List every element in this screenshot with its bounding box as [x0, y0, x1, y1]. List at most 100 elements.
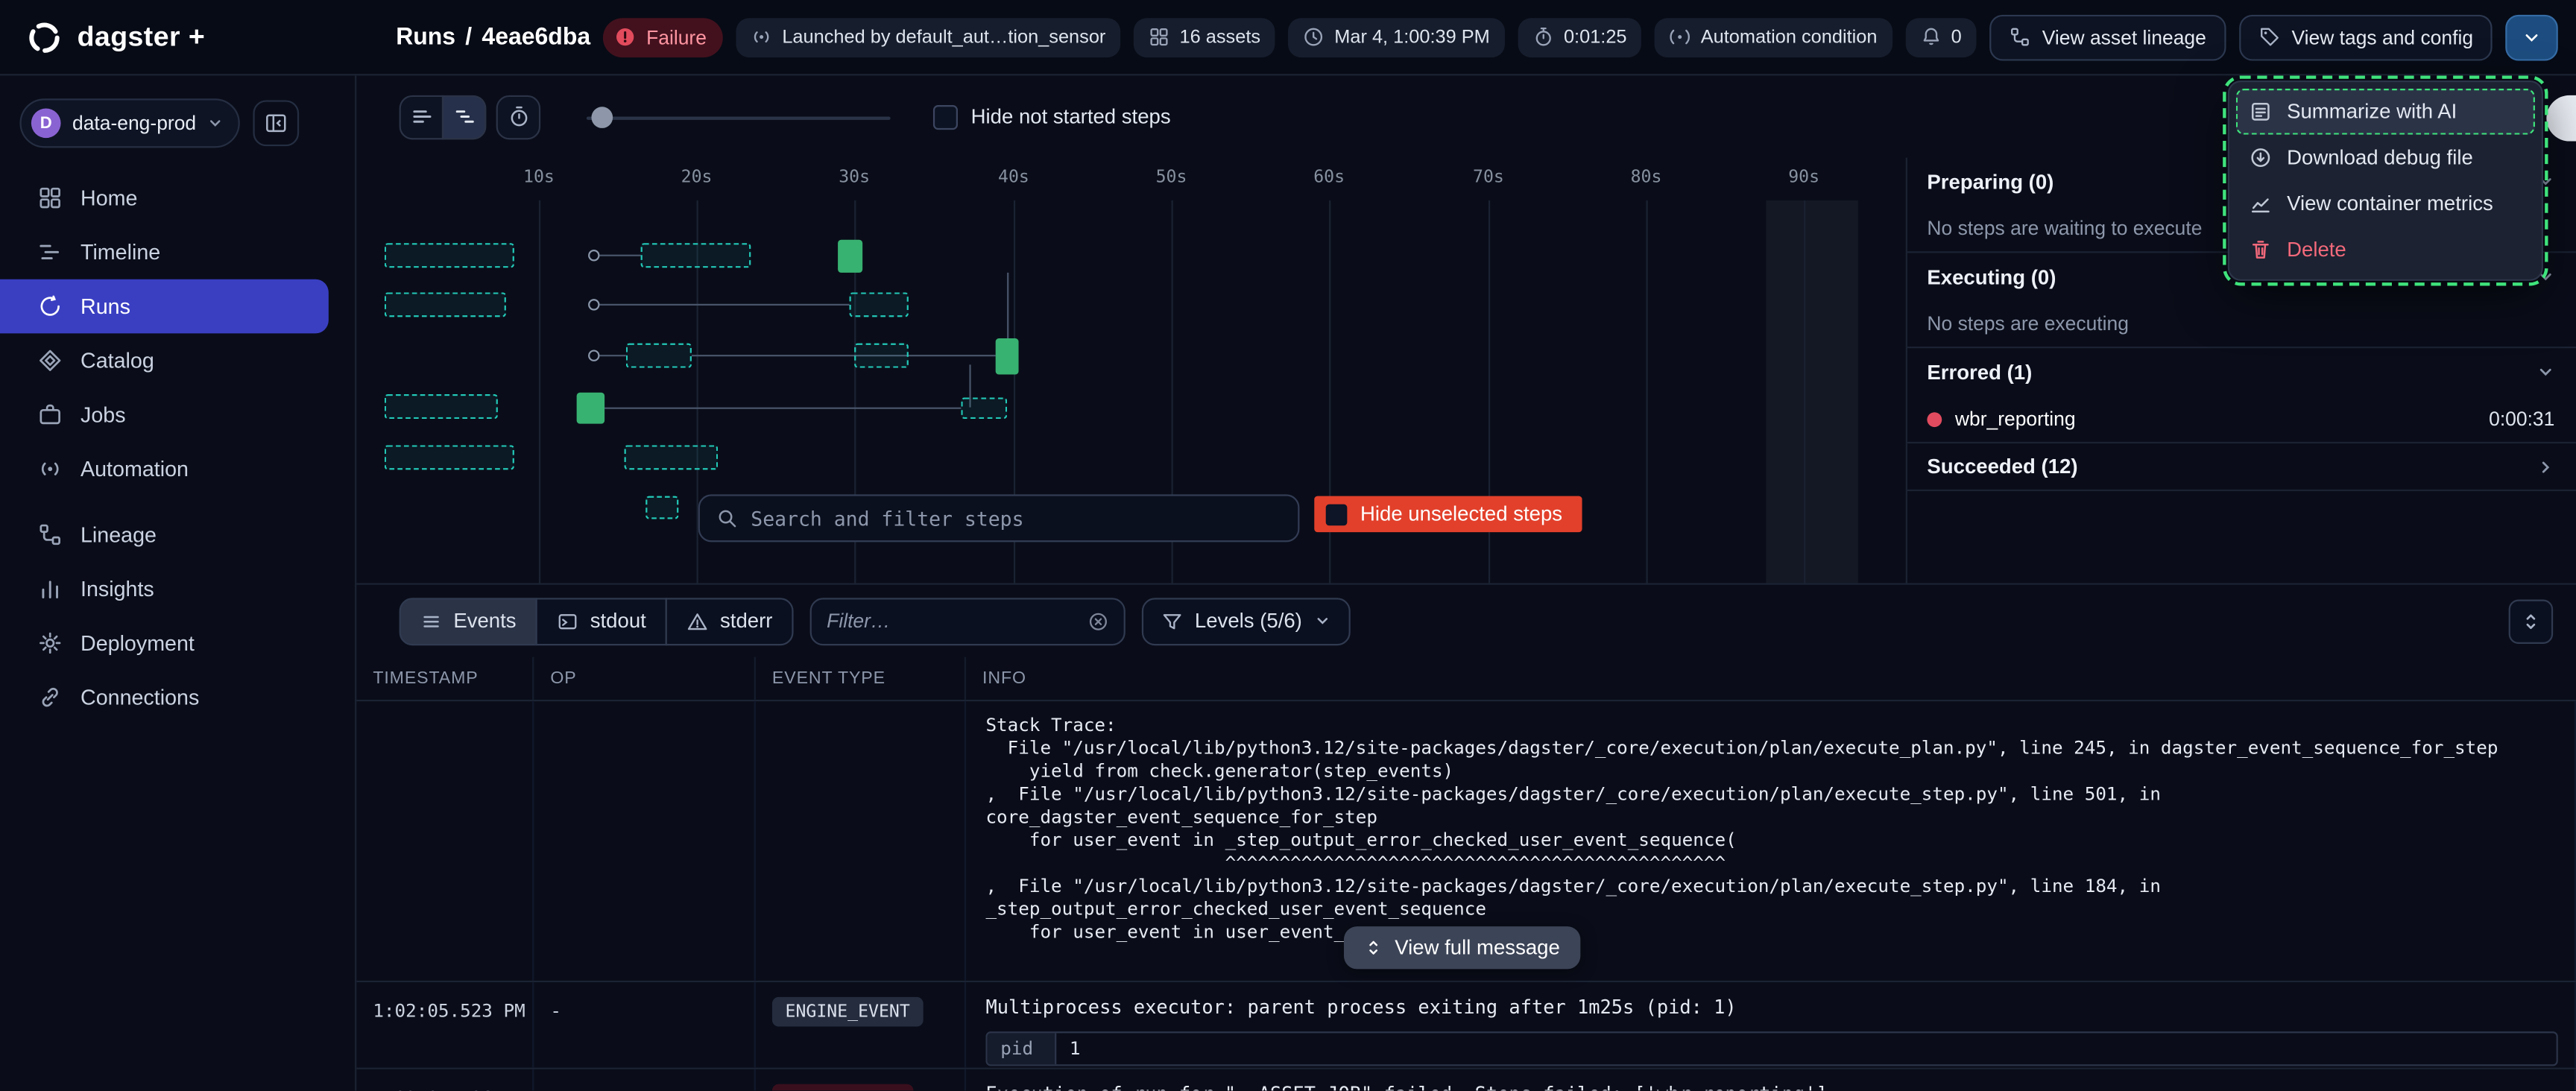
- slider-track: [587, 116, 891, 118]
- view-full-message-button[interactable]: View full message: [1344, 926, 1579, 969]
- hide-unselected-checkbox[interactable]: [1326, 504, 1348, 525]
- automation-icon: [38, 457, 63, 481]
- log-info-text: Multiprocess executor: parent process ex…: [985, 996, 2557, 1019]
- chevron-down-icon[interactable]: [2536, 363, 2554, 381]
- hide-not-started-control[interactable]: Hide not started steps: [933, 104, 1171, 129]
- gantt-timer-toggle-button[interactable]: [496, 95, 541, 139]
- stdout-console-icon: [558, 610, 579, 632]
- tab-stderr[interactable]: stderr: [666, 597, 794, 645]
- axis-tick-label: 50s: [1156, 168, 1187, 187]
- menu-item-delete[interactable]: Delete: [2236, 227, 2535, 273]
- metadata-value: 1: [1056, 1033, 2556, 1064]
- gantt-step-bar[interactable]: [625, 445, 719, 469]
- stack-trace-text: Stack Trace: File "/usr/local/lib/python…: [985, 715, 2557, 945]
- gantt-step-dot[interactable]: [588, 299, 599, 310]
- gantt-step-bar[interactable]: [385, 394, 498, 419]
- metrics-chart-icon: [2249, 192, 2272, 215]
- levels-filter-button[interactable]: Levels (5/6): [1142, 597, 1349, 645]
- run-actions-menu-button[interactable]: [2506, 14, 2559, 60]
- sidebar-item-lineage[interactable]: Lineage: [0, 507, 329, 562]
- gantt-gridline: [1647, 200, 1648, 584]
- launched-by-chip[interactable]: Launched by default_aut…tion_sensor: [736, 17, 1121, 57]
- sidebar-item-timeline[interactable]: Timeline: [0, 225, 329, 279]
- stderr-warning-icon: [687, 610, 709, 632]
- summarize-ai-icon: [2249, 100, 2272, 123]
- assets-chip[interactable]: 16 assets: [1134, 17, 1275, 57]
- gantt-connector-line: [599, 304, 849, 306]
- gantt-step-bar[interactable]: [577, 393, 604, 424]
- view-asset-lineage-button[interactable]: View asset lineage: [1989, 14, 2226, 60]
- error-status-dot: [1927, 411, 1942, 426]
- step-name[interactable]: wbr_reporting: [1955, 408, 2476, 431]
- sidebar-item-home[interactable]: Home: [0, 171, 329, 225]
- errored-step-row[interactable]: wbr_reporting 0:00:31: [1907, 396, 2576, 443]
- log-row-run-failure[interactable]: 1:02:05.596 PM - RUN_FAILURE Execution o…: [356, 1069, 2576, 1091]
- gantt-step-bar[interactable]: [838, 240, 862, 273]
- hide-unselected-control[interactable]: Hide unselected steps: [1314, 496, 1582, 532]
- gantt-step-bar[interactable]: [996, 338, 1019, 374]
- sidebar-item-automation[interactable]: Automation: [0, 442, 329, 496]
- log-section: Events stdout stderr Levels (5/6): [356, 583, 2576, 1090]
- log-toolbar: Events stdout stderr Levels (5/6): [356, 585, 2576, 657]
- gantt-search-input[interactable]: [751, 507, 1281, 530]
- sidebar-item-catalog[interactable]: Catalog: [0, 333, 329, 388]
- chevron-down-icon: [208, 115, 224, 131]
- bell-icon: [1920, 26, 1942, 48]
- log-row-engine-event[interactable]: 1:02:05.523 PM - ENGINE_EVENT Multiproce…: [356, 982, 2576, 1069]
- sidebar-item-deployment[interactable]: Deployment: [0, 616, 329, 671]
- menu-item-summarize-ai[interactable]: Summarize with AI: [2236, 89, 2535, 135]
- log-rows: Stack Trace: File "/usr/local/lib/python…: [356, 701, 2576, 1090]
- section-succeeded-header[interactable]: Succeeded (12): [1907, 443, 2576, 491]
- workspace-switcher[interactable]: D data-eng-prod: [19, 98, 240, 148]
- gantt-step-dot[interactable]: [588, 350, 599, 361]
- gantt-zoom-slider[interactable]: [587, 95, 891, 139]
- run-header: Runs / 4eae6dba Failure Launched by defa…: [356, 14, 2576, 60]
- chevron-down-icon: [2522, 27, 2542, 46]
- gantt-waterfall-view-button[interactable]: [442, 95, 487, 139]
- gantt-step-bar[interactable]: [854, 344, 909, 368]
- log-filter-input[interactable]: [827, 610, 1076, 633]
- gantt-step-bar[interactable]: [385, 445, 514, 469]
- breadcrumb-runs-link[interactable]: Runs: [396, 24, 455, 50]
- expand-log-panel-button[interactable]: [2509, 598, 2554, 643]
- sidebar-item-connections[interactable]: Connections: [0, 670, 329, 724]
- gantt-step-bar[interactable]: [385, 243, 514, 268]
- metadata-table: pid 1: [985, 1031, 2557, 1066]
- sidebar-item-jobs[interactable]: Jobs: [0, 388, 329, 442]
- unfold-icon: [1363, 938, 1383, 958]
- metadata-key: pid: [988, 1033, 1057, 1064]
- gantt-flat-view-button[interactable]: [400, 95, 444, 139]
- jobs-icon: [38, 402, 63, 427]
- gantt-step-bar[interactable]: [626, 344, 692, 368]
- gantt-step-dot[interactable]: [588, 250, 599, 261]
- gantt-step-bar[interactable]: [961, 397, 1007, 419]
- log-table-header: TIMESTAMP OP EVENT TYPE INFO: [356, 657, 2576, 702]
- sidebar-item-runs[interactable]: Runs: [0, 279, 329, 334]
- tab-stdout[interactable]: stdout: [536, 597, 667, 645]
- clear-filter-icon[interactable]: [1088, 610, 1110, 632]
- notifications-chip[interactable]: 0: [1905, 17, 1977, 57]
- automation-condition-chip[interactable]: Automation condition: [1655, 17, 1892, 57]
- gantt-step-bar[interactable]: [645, 496, 678, 519]
- collapse-sidebar-button[interactable]: [253, 100, 300, 146]
- log-info-text: Execution of run for "__ASSET_JOB" faile…: [985, 1083, 2557, 1091]
- menu-item-download-debug[interactable]: Download debug file: [2236, 135, 2535, 181]
- sidebar-item-insights[interactable]: Insights: [0, 562, 329, 616]
- gantt-search-box[interactable]: [698, 494, 1300, 542]
- chevron-right-icon[interactable]: [2536, 458, 2554, 475]
- axis-tick-label: 30s: [839, 168, 870, 187]
- view-tags-config-button[interactable]: View tags and config: [2239, 14, 2493, 60]
- gantt-step-bar[interactable]: [641, 243, 751, 268]
- dagster-logo-icon: [26, 19, 62, 54]
- tab-events[interactable]: Events: [400, 597, 538, 645]
- gantt-step-bar[interactable]: [385, 292, 506, 317]
- menu-item-container-metrics[interactable]: View container metrics: [2236, 180, 2535, 227]
- slider-thumb[interactable]: [591, 106, 613, 127]
- section-executing-empty: No steps are executing: [1907, 300, 2576, 348]
- deployment-gear-icon: [38, 630, 63, 655]
- hide-not-started-checkbox[interactable]: [933, 104, 958, 129]
- log-filter-box[interactable]: [810, 597, 1126, 645]
- section-errored-header[interactable]: Errored (1): [1907, 348, 2576, 396]
- header-actions: 0 View asset lineage View tags and confi…: [1905, 14, 2576, 60]
- gantt-step-bar[interactable]: [850, 292, 909, 317]
